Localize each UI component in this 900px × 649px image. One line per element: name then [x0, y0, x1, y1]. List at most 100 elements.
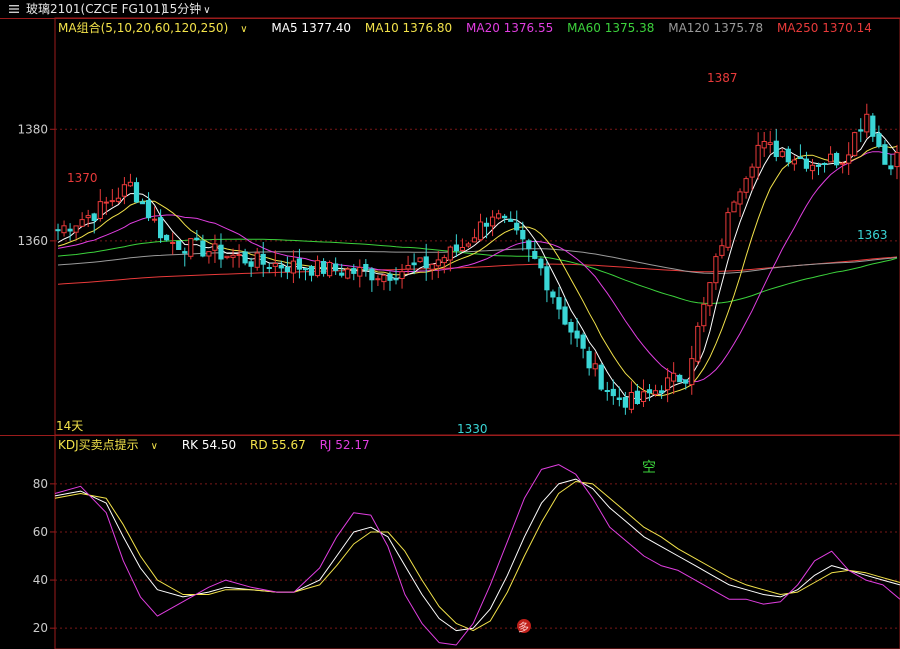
- candle-body: [785, 148, 791, 163]
- ma-lines: [57, 131, 898, 401]
- candle-body: [393, 278, 399, 281]
- candle-body: [242, 251, 248, 264]
- low-right-label: 1363: [857, 228, 888, 242]
- kdj-tick-label: 40: [33, 573, 48, 587]
- candle-body: [671, 372, 677, 382]
- kdj-panel-frame: [54, 434, 900, 649]
- candle-body: [236, 254, 242, 256]
- candle-body: [453, 244, 459, 252]
- candle-body: [79, 219, 85, 227]
- ma20-value: MA20 1376.55: [466, 21, 554, 35]
- candle-body: [490, 216, 496, 227]
- low-label: 1330: [457, 422, 488, 436]
- kdj-grid: [55, 483, 900, 629]
- candle-body: [429, 263, 435, 270]
- price-tick-label: 1380: [17, 122, 48, 136]
- candle-body: [659, 390, 665, 394]
- candle-body: [556, 297, 562, 310]
- candle-body: [779, 151, 785, 157]
- candle-body: [212, 243, 218, 251]
- high-left-label: 1370: [67, 171, 98, 185]
- candle-body: [604, 390, 610, 392]
- kdj-tick-label: 60: [33, 525, 48, 539]
- candle-body: [224, 255, 230, 259]
- candle-body: [200, 240, 206, 257]
- candle-body: [459, 247, 465, 251]
- candle-body: [441, 257, 447, 264]
- candle-body: [828, 153, 834, 163]
- kdj-indicator-selector[interactable]: KDJ买卖点提示 ∨: [58, 438, 168, 452]
- candles: [55, 103, 900, 415]
- candle-body: [815, 164, 822, 167]
- candle-body: [194, 237, 200, 240]
- candle-body: [574, 330, 580, 339]
- buy-signal-marker: 多: [518, 620, 529, 634]
- kdj-tick-label: 80: [33, 477, 48, 491]
- candle-body: [876, 133, 882, 147]
- candle-body: [308, 266, 315, 276]
- candle-body: [695, 325, 701, 362]
- candle-body: [296, 258, 302, 270]
- candle-body: [152, 218, 158, 221]
- ma120-value: MA120 1375.78: [668, 21, 764, 35]
- candle-body: [731, 201, 737, 213]
- candle-body: [357, 267, 363, 277]
- candle-body: [689, 358, 695, 386]
- candle-body: [677, 374, 683, 383]
- candle-body: [683, 379, 689, 384]
- candle-body: [610, 388, 616, 397]
- ma-group-selector[interactable]: MA组合(5,10,20,60,120,250) ∨: [58, 21, 258, 35]
- candle-body: [701, 303, 707, 327]
- candle-body: [592, 363, 598, 370]
- candle-body: [67, 228, 73, 232]
- candle-body: [616, 397, 622, 400]
- ma10-value: MA10 1376.80: [364, 21, 453, 35]
- candle-body: [803, 158, 809, 169]
- candle-body: [652, 390, 659, 395]
- ma5-line: [57, 131, 898, 401]
- kdj-lines: [54, 464, 900, 646]
- candle-body: [888, 165, 894, 170]
- candle-body: [405, 265, 411, 270]
- candle-body: [127, 181, 134, 187]
- candle-body: [55, 229, 61, 232]
- candle-body: [870, 115, 876, 137]
- candle-body: [465, 243, 471, 247]
- candle-body: [840, 162, 846, 165]
- rk-value: RK 54.50: [181, 438, 237, 452]
- candle-body: [266, 267, 272, 269]
- candle-body: [846, 154, 852, 164]
- ma250-value: MA250 1370.14: [776, 21, 872, 35]
- candle-body: [97, 201, 103, 220]
- candle-body: [550, 291, 556, 298]
- candle-body: [514, 222, 520, 231]
- candle-body: [882, 144, 888, 165]
- kline-chart[interactable]: 1380 1360 80 60 40 20 1370 1387 1330 1363 14…: [0, 0, 900, 649]
- kdj-tick-label: 20: [33, 621, 48, 635]
- candle-body: [290, 260, 296, 274]
- candle-body: [254, 252, 260, 268]
- candle-body: [351, 268, 357, 274]
- ma-legend: MA组合(5,10,20,60,120,250) ∨ MA5 1377.40 MA…: [58, 20, 882, 38]
- candle-body: [809, 164, 816, 172]
- candle-body: [260, 253, 266, 265]
- candle-body: [121, 184, 128, 197]
- candle-body: [85, 215, 91, 219]
- candle-body: [628, 392, 634, 410]
- chevron-down-icon: ∨: [150, 441, 158, 452]
- candle-body: [622, 397, 628, 408]
- candle-body: [707, 282, 713, 307]
- candle-body: [423, 256, 429, 269]
- candle-body: [719, 245, 725, 256]
- kdj-group-label: KDJ买卖点提示: [58, 438, 139, 452]
- candle-body: [496, 213, 502, 219]
- candle-body: [302, 268, 309, 271]
- price-grid: [55, 128, 900, 242]
- candle-body: [767, 142, 773, 145]
- candle-body: [580, 334, 586, 349]
- candle-body: [447, 246, 453, 261]
- candle-body: [858, 129, 864, 132]
- candle-body: [109, 200, 115, 203]
- candle-body: [133, 182, 140, 203]
- candle-body: [411, 262, 417, 266]
